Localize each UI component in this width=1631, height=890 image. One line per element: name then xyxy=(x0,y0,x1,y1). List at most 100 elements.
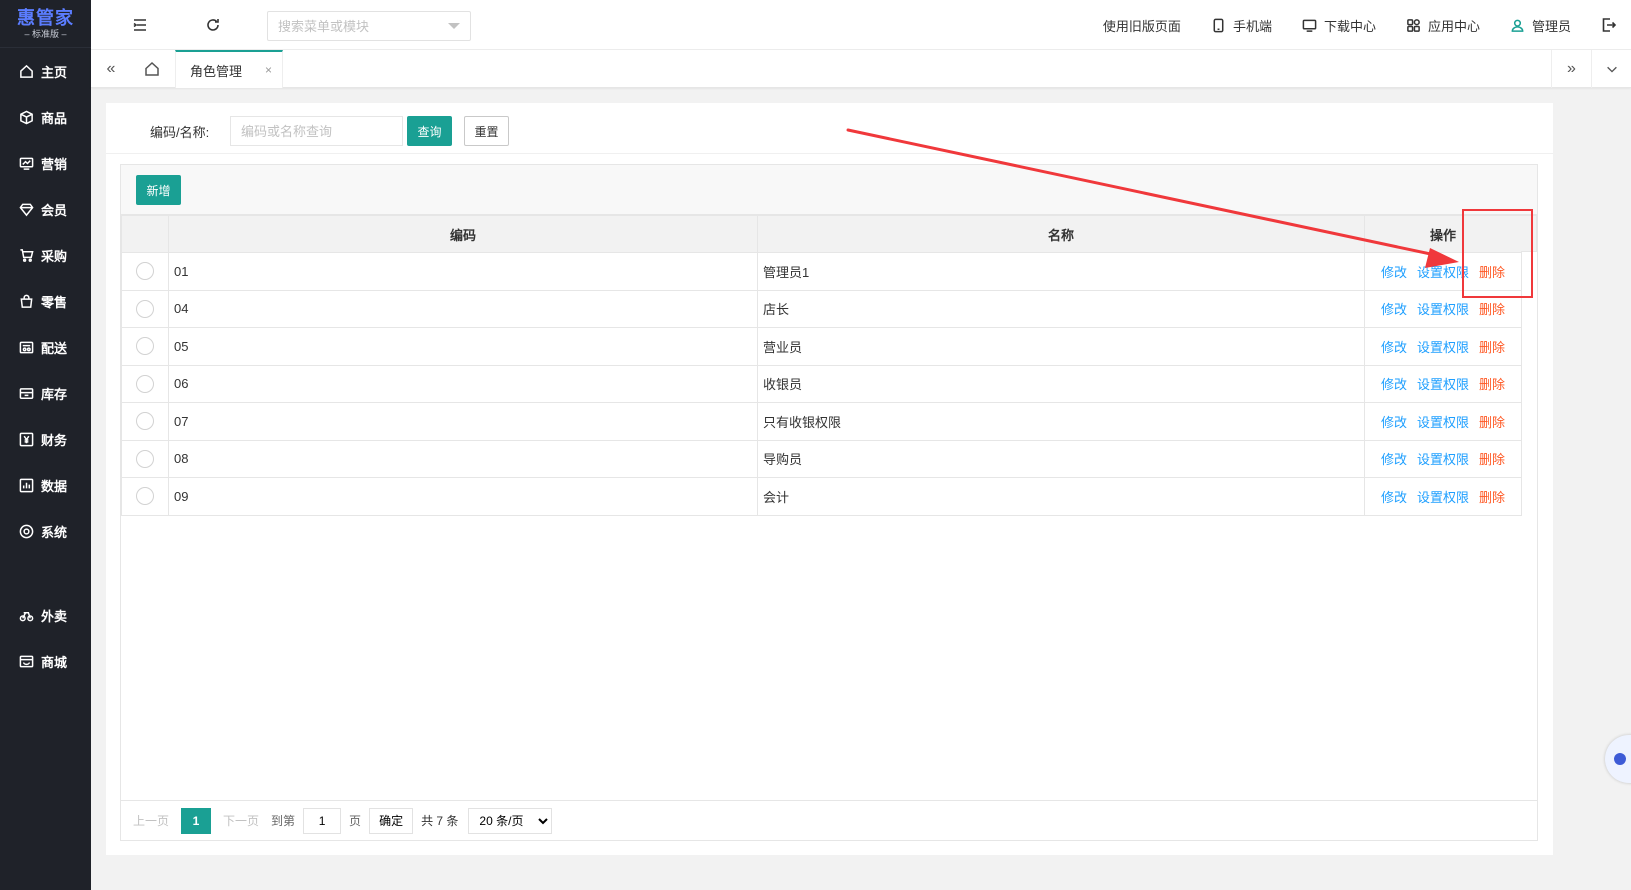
filter-label: 编码/名称: xyxy=(150,125,210,140)
mobile-link[interactable]: 手机端 xyxy=(1211,16,1272,35)
apps-grid-icon xyxy=(1407,18,1420,32)
table-row[interactable]: 01 管理员1 修改 设置权限 删除 xyxy=(121,252,1522,291)
old-page-label: 使用旧版页面 xyxy=(1102,18,1181,34)
logout-icon[interactable] xyxy=(1601,17,1617,33)
refresh-icon[interactable] xyxy=(204,16,222,34)
table-row[interactable]: 07 只有收银权限 修改 设置权限 删除 xyxy=(121,402,1522,441)
sidebar-item-purchase[interactable]: 采购 xyxy=(0,232,91,278)
prev-page-button[interactable]: 上一页 xyxy=(133,812,169,829)
row-radio[interactable] xyxy=(136,487,154,506)
set-permission-link[interactable]: 设置权限 xyxy=(1417,415,1469,430)
row-radio[interactable] xyxy=(136,299,154,318)
delete-link[interactable]: 删除 xyxy=(1479,302,1505,317)
sidebar-item-label: 配送 xyxy=(41,340,68,356)
user-menu[interactable]: 管理员 xyxy=(1510,16,1571,35)
sidebar-item-member[interactable]: 会员 xyxy=(0,186,91,232)
sidebar-item-data[interactable]: 数据 xyxy=(0,462,91,508)
set-permission-link[interactable]: 设置权限 xyxy=(1417,340,1469,355)
sidebar-item-finance[interactable]: 财务 xyxy=(0,416,91,462)
reset-button[interactable]: 重置 xyxy=(464,116,509,146)
bag-icon xyxy=(18,293,34,309)
edit-link[interactable]: 修改 xyxy=(1381,340,1407,355)
goto-page-input[interactable] xyxy=(303,807,342,834)
brand-edition: – 标准版 – xyxy=(24,28,67,39)
delete-link[interactable]: 删除 xyxy=(1479,340,1505,355)
code-name-search-input[interactable] xyxy=(230,116,403,146)
home-tab-icon[interactable] xyxy=(132,50,172,88)
row-radio[interactable] xyxy=(136,412,154,431)
set-permission-link[interactable]: 设置权限 xyxy=(1417,377,1469,392)
set-permission-link[interactable]: 设置权限 xyxy=(1417,490,1469,505)
tab-role-management[interactable]: 角色管理 × xyxy=(175,50,283,88)
tabs-menu-chevron-down-icon[interactable] xyxy=(1591,50,1631,88)
sidebar-item-retail[interactable]: 零售 xyxy=(0,278,91,324)
add-button[interactable]: 新增 xyxy=(136,175,181,205)
edit-link[interactable]: 修改 xyxy=(1381,452,1407,467)
edit-link[interactable]: 修改 xyxy=(1381,265,1407,280)
app-center-link[interactable]: 应用中心 xyxy=(1406,16,1480,35)
brand-logo[interactable]: 惠管家 – 标准版 – xyxy=(0,0,91,48)
sidebar-item-label: 商城 xyxy=(41,654,68,670)
sidebar-item-home[interactable]: 主页 xyxy=(0,48,91,94)
row-select-cell xyxy=(121,402,169,441)
edit-link[interactable]: 修改 xyxy=(1381,415,1407,430)
name-cell: 店长 xyxy=(757,289,1365,328)
edit-link[interactable]: 修改 xyxy=(1381,490,1407,505)
current-page[interactable]: 1 xyxy=(181,807,212,834)
floating-assistant-widget[interactable] xyxy=(1605,735,1631,783)
ops-cell: 修改 设置权限 删除 xyxy=(1364,327,1522,366)
old-page-link[interactable]: 使用旧版页面 xyxy=(1103,16,1181,35)
table-row[interactable]: 05 营业员 修改 设置权限 删除 xyxy=(121,327,1522,366)
page-size-select[interactable]: 20 条/页 xyxy=(468,807,553,834)
goto-confirm-button[interactable]: 确定 xyxy=(369,807,414,834)
delete-link[interactable]: 删除 xyxy=(1479,452,1505,467)
sidebar-spacer xyxy=(0,554,91,592)
delete-link[interactable]: 删除 xyxy=(1479,490,1505,505)
yen-icon xyxy=(18,431,34,447)
goto-label: 到第 xyxy=(271,814,296,828)
download-center-link[interactable]: 下载中心 xyxy=(1302,16,1376,35)
query-button[interactable]: 查询 xyxy=(407,116,452,146)
close-icon[interactable]: × xyxy=(265,63,272,77)
table-row[interactable]: 08 导购员 修改 设置权限 删除 xyxy=(121,439,1522,478)
menu-search-input[interactable] xyxy=(268,12,438,40)
menu-search-select[interactable] xyxy=(267,11,471,41)
row-radio[interactable] xyxy=(136,262,154,281)
delete-link[interactable]: 删除 xyxy=(1479,377,1505,392)
row-radio[interactable] xyxy=(136,449,154,468)
tabs-scroll-left-icon[interactable]: « xyxy=(91,50,131,88)
page-unit-label: 页 xyxy=(349,814,362,828)
table-row[interactable]: 09 会计 修改 设置权限 删除 xyxy=(121,477,1522,516)
set-permission-link[interactable]: 设置权限 xyxy=(1417,452,1469,467)
select-column-header xyxy=(121,215,169,253)
sidebar-item-takeout[interactable]: 外卖 xyxy=(0,592,91,638)
table-row[interactable]: 04 店长 修改 设置权限 删除 xyxy=(121,289,1522,328)
sidebar-item-inventory[interactable]: 库存 xyxy=(0,370,91,416)
ops-cell: 修改 设置权限 删除 xyxy=(1364,439,1522,478)
sidebar-item-marketing[interactable]: 营销 xyxy=(0,140,91,186)
row-radio[interactable] xyxy=(136,337,154,356)
cart-icon xyxy=(18,247,34,263)
sidebar-item-mall[interactable]: 商城 xyxy=(0,638,91,684)
sidebar-item-goods[interactable]: 商品 xyxy=(0,94,91,140)
table-body: 01 管理员1 修改 设置权限 删除 04 店长 修改 设置权限 删除 05 营业员 修改 设置权限 删除 0… xyxy=(121,252,1522,516)
top-bar: 使用旧版页面 手机端 下载中心 应用中心 管理员 xyxy=(91,0,1631,50)
name-cell: 管理员1 xyxy=(757,252,1365,291)
table-row[interactable]: 06 收银员 修改 设置权限 删除 xyxy=(121,364,1522,403)
sidebar-item-delivery[interactable]: 配送 xyxy=(0,324,91,370)
delete-link[interactable]: 删除 xyxy=(1479,415,1505,430)
tabs-bar: « 角色管理 × » xyxy=(91,50,1631,88)
edit-link[interactable]: 修改 xyxy=(1381,302,1407,317)
set-permission-link[interactable]: 设置权限 xyxy=(1417,302,1469,317)
tabs-scroll-right-icon[interactable]: » xyxy=(1551,50,1591,88)
download-center-label: 下载中心 xyxy=(1323,18,1376,34)
sidebar-item-system[interactable]: 系统 xyxy=(0,508,91,554)
menu-toggle-icon[interactable] xyxy=(131,16,149,34)
next-page-button[interactable]: 下一页 xyxy=(223,812,259,829)
sidebar-item-label: 营销 xyxy=(41,156,68,172)
edit-link[interactable]: 修改 xyxy=(1381,377,1407,392)
box-icon xyxy=(18,109,34,125)
code-cell: 09 xyxy=(168,477,758,516)
ops-cell: 修改 设置权限 删除 xyxy=(1364,477,1522,516)
row-radio[interactable] xyxy=(136,374,154,393)
